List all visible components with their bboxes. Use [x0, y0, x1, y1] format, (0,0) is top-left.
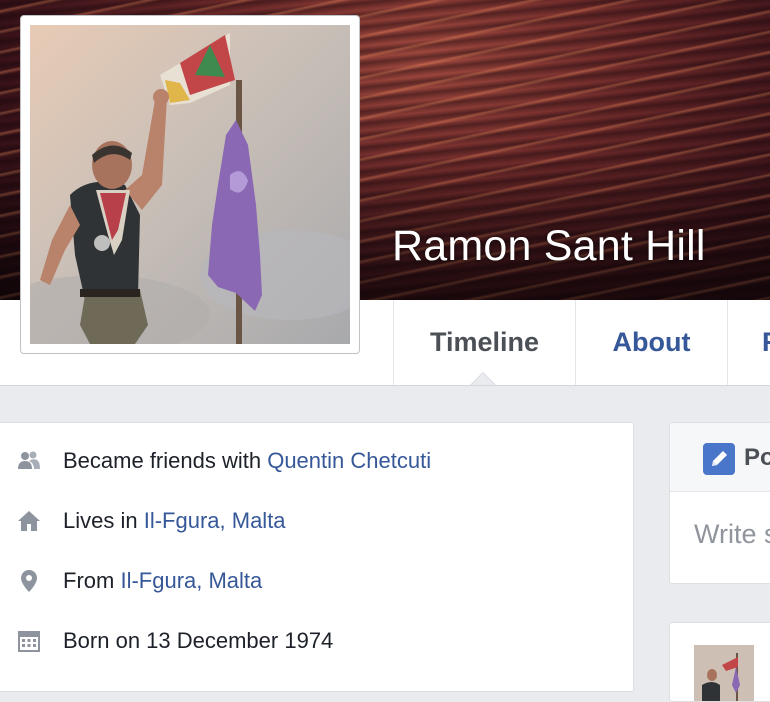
intro-item-prefix: From — [63, 568, 121, 593]
profile-picture[interactable] — [20, 15, 360, 354]
tab-friends[interactable]: F — [727, 300, 770, 385]
pencil-icon — [703, 443, 735, 475]
location-pin-icon — [21, 570, 37, 592]
profile-name[interactable]: Ramon Sant Hill — [392, 222, 706, 271]
composer-input[interactable]: Write s — [694, 519, 770, 550]
intro-item-text: From Il-Fgura, Malta — [63, 568, 262, 594]
birthday-text: Born on 13 December 1974 — [63, 628, 334, 653]
post-composer[interactable]: Po Write s — [669, 422, 770, 584]
composer-header: Po — [670, 423, 770, 492]
friends-icon — [18, 451, 40, 469]
intro-item-text: Lives in Il-Fgura, Malta — [63, 508, 286, 534]
tab-about[interactable]: About — [575, 300, 727, 385]
intro-card: Became friends with Quentin Chetcuti Liv… — [0, 422, 634, 692]
hometown-link[interactable]: Il-Fgura, Malta — [120, 568, 262, 593]
post-card — [669, 622, 770, 702]
post-author-avatar[interactable] — [694, 645, 754, 702]
intro-item-prefix: Became friends with — [63, 448, 268, 473]
friend-link[interactable]: Quentin Chetcuti — [267, 448, 431, 473]
composer-post-tab[interactable]: Po — [744, 444, 770, 472]
active-tab-caret — [471, 373, 495, 385]
home-icon — [18, 511, 40, 531]
profile-tabs: Timeline About F — [393, 300, 770, 385]
intro-item-text: Became friends with Quentin Chetcuti — [63, 448, 431, 474]
profile-photo-image — [30, 25, 350, 344]
current-city-link[interactable]: Il-Fgura, Malta — [144, 508, 286, 533]
intro-item-prefix: Lives in — [63, 508, 144, 533]
calendar-icon — [18, 631, 40, 652]
